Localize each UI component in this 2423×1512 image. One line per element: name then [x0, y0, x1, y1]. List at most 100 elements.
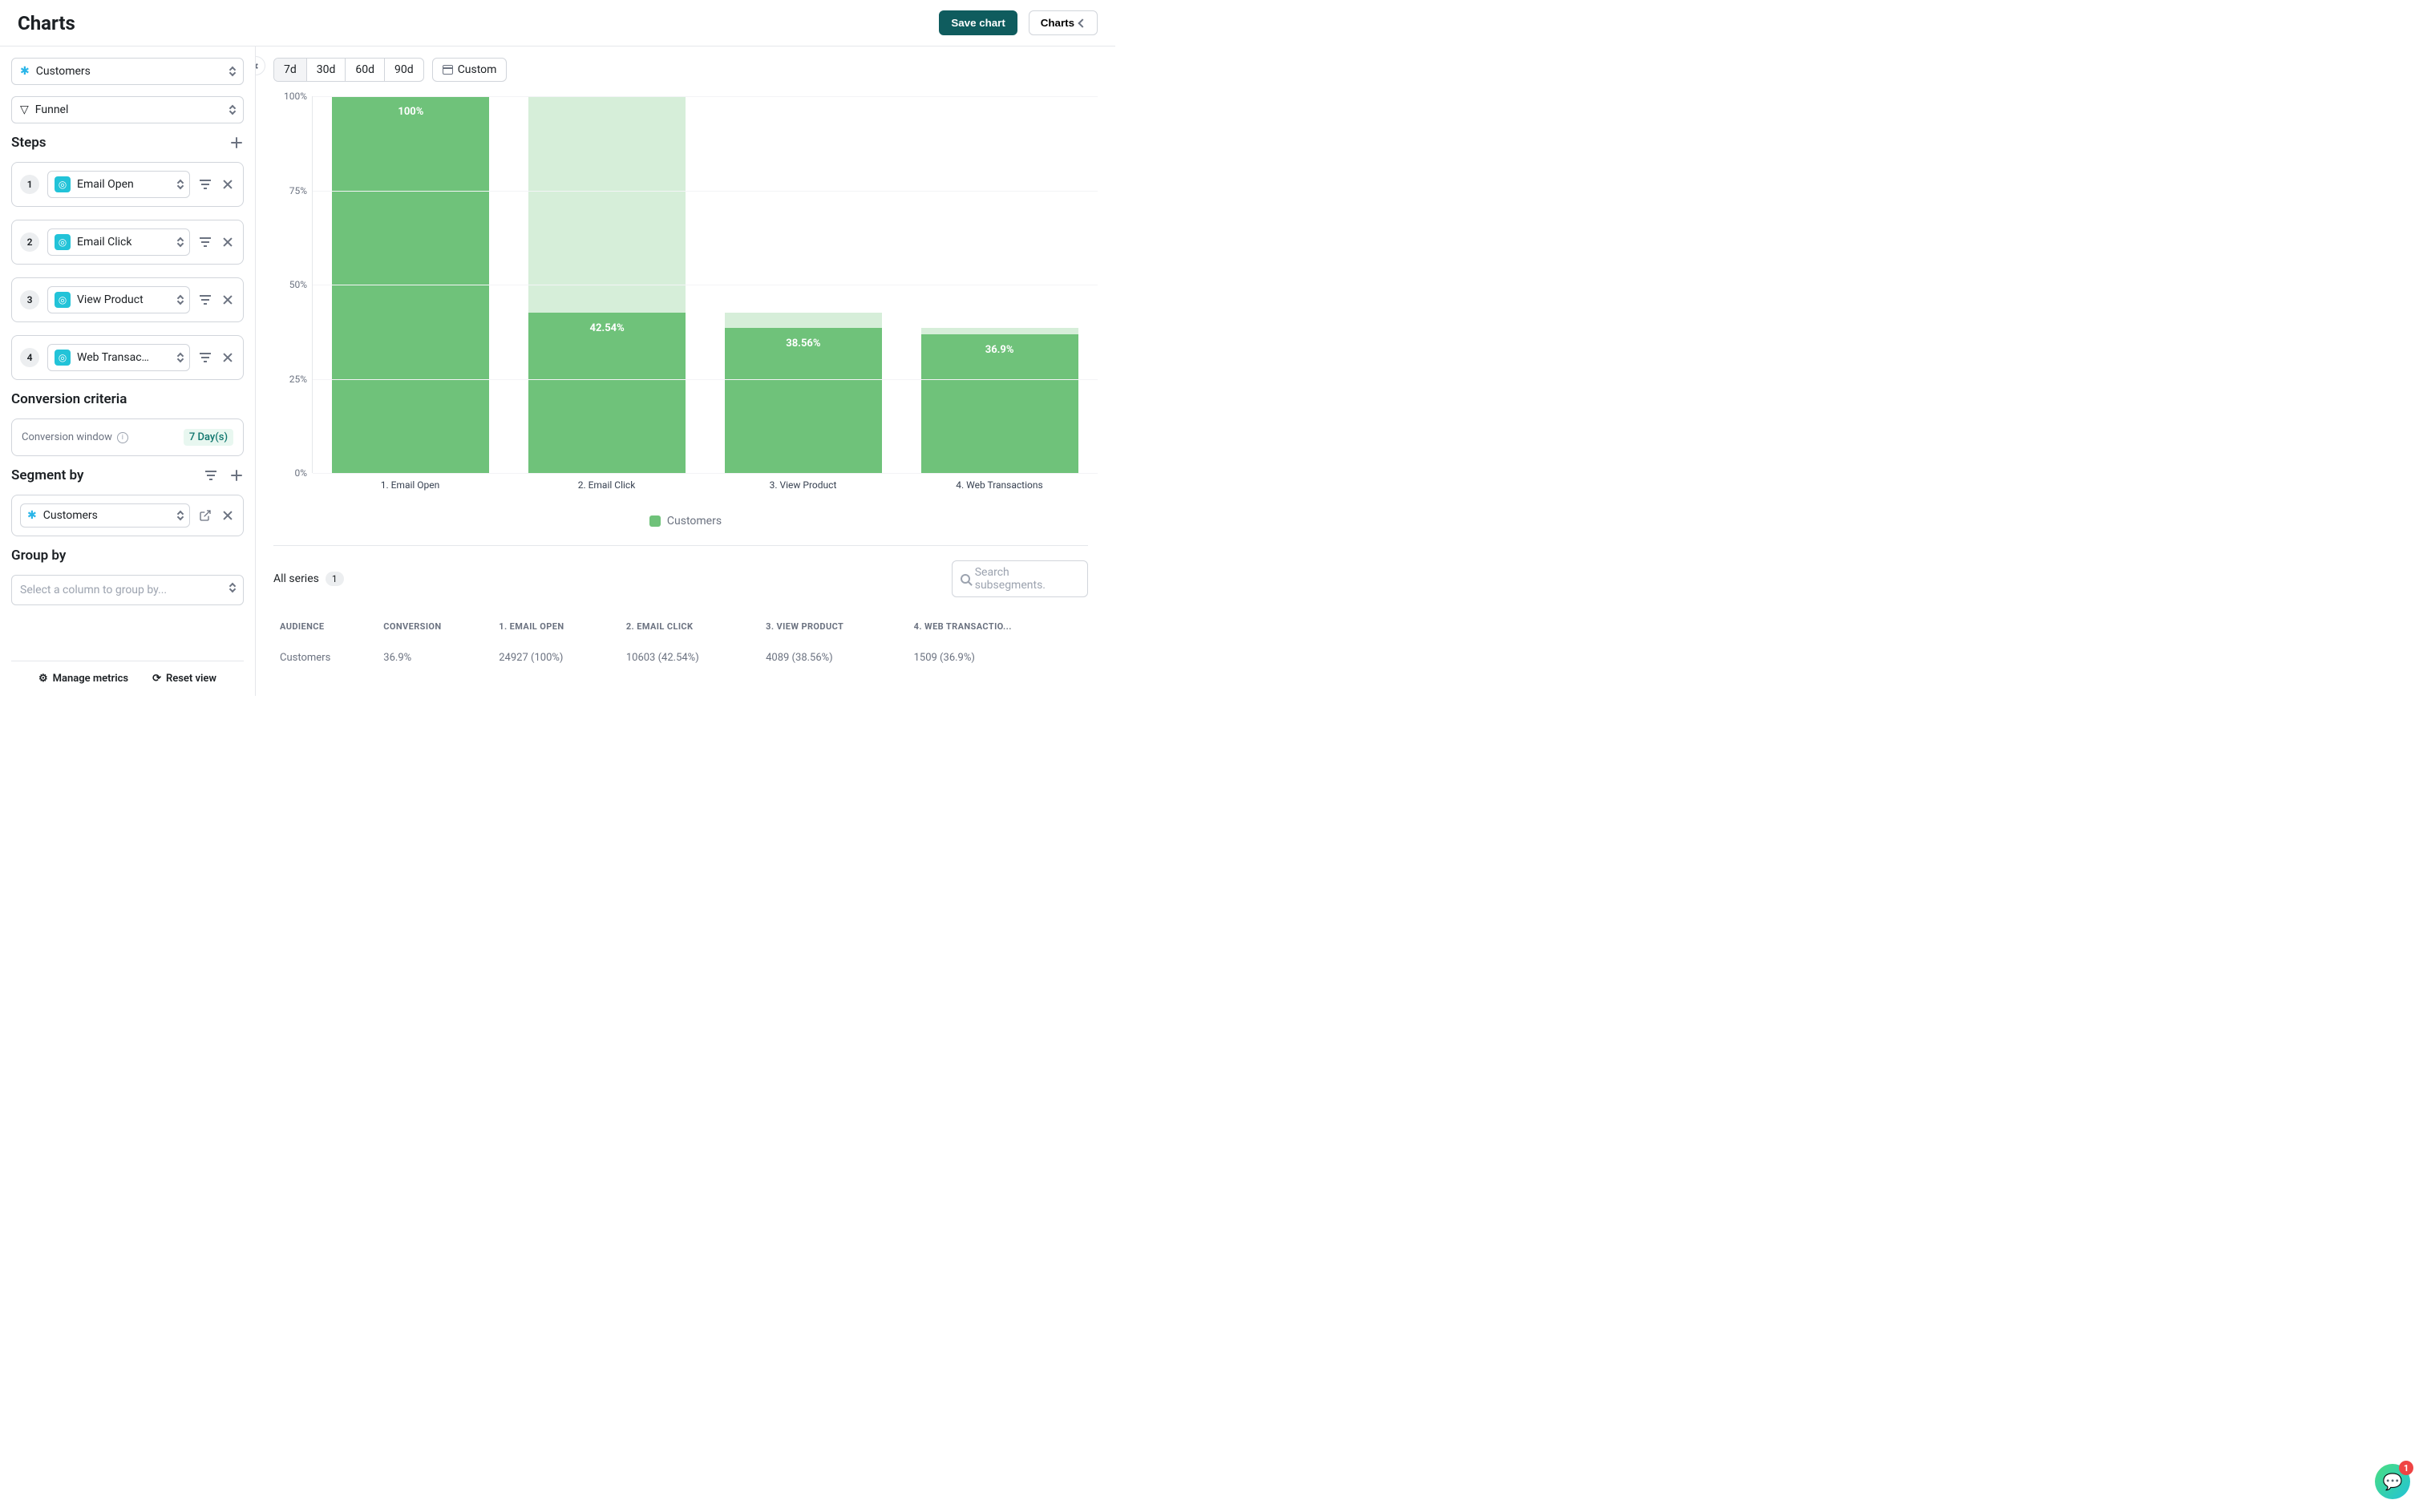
search-icon	[961, 574, 970, 584]
step-label: Email Click	[77, 236, 131, 249]
step-row: 3 ◎ View Product	[11, 277, 244, 322]
step-label: View Product	[77, 293, 144, 306]
range-7d-button[interactable]: 7d	[274, 59, 307, 81]
x-label: 4. Web Transactions	[901, 473, 1098, 491]
chat-badge: 1	[2399, 1461, 2413, 1475]
step-number: 1	[20, 175, 39, 194]
select-caret-icon	[230, 584, 235, 596]
segment-row: ✱ Customers	[11, 495, 244, 536]
all-series-label: All series	[273, 572, 319, 585]
step-filter-button[interactable]	[198, 235, 212, 249]
table-header: 1. EMAIL OPEN	[492, 613, 620, 641]
cube-icon: ◎	[55, 350, 71, 366]
reset-view-button[interactable]: ⟳ Reset view	[152, 673, 216, 685]
chat-fab[interactable]: 💬 1	[2375, 1464, 2410, 1499]
range-90d-button[interactable]: 90d	[385, 59, 423, 81]
y-tick: 75%	[289, 185, 307, 196]
table-header: 2. EMAIL CLICK	[620, 613, 759, 641]
select-caret-icon	[178, 511, 183, 519]
snowflake-icon: ✱	[20, 65, 30, 78]
conversion-window-box[interactable]: Conversion window i 7 Day(s)	[11, 418, 244, 456]
reset-icon: ⟳	[152, 673, 161, 685]
chart-type-label: Funnel	[35, 103, 69, 116]
step-event-select[interactable]: ◎ Email Open	[47, 171, 190, 198]
chart-type-select[interactable]: ▽ Funnel	[11, 96, 244, 123]
step-row: 4 ◎ Web Transacti...	[11, 335, 244, 380]
x-label: 1. Email Open	[312, 473, 508, 491]
y-tick: 50%	[289, 279, 307, 290]
manage-metrics-button[interactable]: ⚙ Manage metrics	[38, 673, 128, 685]
page-title: Charts	[18, 12, 75, 34]
bar-value: 36.9%	[921, 334, 1078, 473]
x-label: 2. Email Click	[508, 473, 705, 491]
groupby-heading: Group by	[11, 548, 66, 564]
legend-swatch	[649, 515, 661, 527]
y-tick: 0%	[294, 467, 307, 479]
select-caret-icon	[230, 67, 235, 75]
table-row[interactable]: Customers36.9%24927 (100%)10603 (42.54%)…	[273, 641, 1088, 676]
cube-icon: ◎	[55, 176, 71, 192]
search-subsegments-input[interactable]: Search subsegments.	[952, 560, 1088, 597]
segment-heading: Segment by	[11, 467, 83, 483]
cube-icon: ◎	[55, 234, 71, 250]
step-event-select[interactable]: ◎ Email Click	[47, 228, 190, 256]
select-caret-icon	[230, 106, 235, 114]
open-segment-button[interactable]	[198, 508, 212, 523]
series-count-badge: 1	[326, 572, 344, 586]
remove-step-button[interactable]	[220, 235, 235, 249]
step-filter-button[interactable]	[198, 293, 212, 307]
table-header: CONVERSION	[377, 613, 492, 641]
step-row: 2 ◎ Email Click	[11, 220, 244, 265]
dataset-label: Customers	[36, 65, 91, 78]
step-event-select[interactable]: ◎ View Product	[47, 286, 190, 313]
criteria-heading: Conversion criteria	[11, 391, 127, 407]
remove-segment-button[interactable]	[220, 508, 235, 523]
range-60d-button[interactable]: 60d	[346, 59, 385, 81]
add-segment-button[interactable]	[229, 468, 244, 483]
funnel-chart: 0%25%50%75%100% 100%42.54%38.56%36.9% 1.…	[273, 96, 1098, 528]
snowflake-icon: ✱	[27, 509, 37, 522]
segment-filter-button[interactable]	[204, 468, 218, 483]
chevron-left-icon	[1078, 18, 1086, 27]
funnel-icon: ▽	[20, 103, 29, 116]
groupby-select[interactable]: Select a column to group by...	[11, 575, 244, 605]
step-number: 4	[20, 348, 39, 367]
step-label: Email Open	[77, 178, 134, 191]
bar-value: 42.54%	[528, 313, 686, 473]
step-label: Web Transacti...	[77, 351, 151, 364]
step-event-select[interactable]: ◎ Web Transacti...	[47, 344, 190, 371]
conversion-window-value: 7 Day(s)	[184, 429, 233, 446]
series-table: AUDIENCECONVERSION1. EMAIL OPEN2. EMAIL …	[273, 613, 1088, 675]
segment-chip[interactable]: ✱ Customers	[20, 503, 190, 528]
step-number: 3	[20, 290, 39, 309]
x-label: 3. View Product	[705, 473, 901, 491]
add-step-button[interactable]	[229, 135, 244, 150]
remove-step-button[interactable]	[220, 293, 235, 307]
range-group: 7d30d60d90d	[273, 58, 424, 82]
chat-icon: 💬	[2383, 1472, 2403, 1491]
y-tick: 25%	[289, 374, 307, 385]
table-header: 3. VIEW PRODUCT	[759, 613, 908, 641]
charts-nav-button[interactable]: Charts	[1029, 10, 1098, 35]
dataset-select[interactable]: ✱ Customers	[11, 58, 244, 85]
step-filter-button[interactable]	[198, 177, 212, 192]
info-icon: i	[117, 432, 128, 443]
select-caret-icon	[178, 180, 183, 188]
table-header: 4. WEB TRANSACTIO...	[908, 613, 1088, 641]
collapse-sidebar-button[interactable]	[256, 56, 265, 75]
step-filter-button[interactable]	[198, 350, 212, 365]
y-tick: 100%	[284, 91, 307, 102]
range-30d-button[interactable]: 30d	[307, 59, 346, 81]
select-caret-icon	[178, 354, 183, 362]
bar-value: 38.56%	[725, 328, 882, 473]
save-chart-button[interactable]: Save chart	[939, 10, 1017, 35]
calendar-icon	[443, 65, 453, 75]
steps-heading: Steps	[11, 135, 47, 151]
remove-step-button[interactable]	[220, 350, 235, 365]
select-caret-icon	[178, 238, 183, 246]
cube-icon: ◎	[55, 292, 71, 308]
custom-range-button[interactable]: Custom	[432, 58, 508, 82]
step-number: 2	[20, 232, 39, 252]
step-row: 1 ◎ Email Open	[11, 162, 244, 207]
remove-step-button[interactable]	[220, 177, 235, 192]
